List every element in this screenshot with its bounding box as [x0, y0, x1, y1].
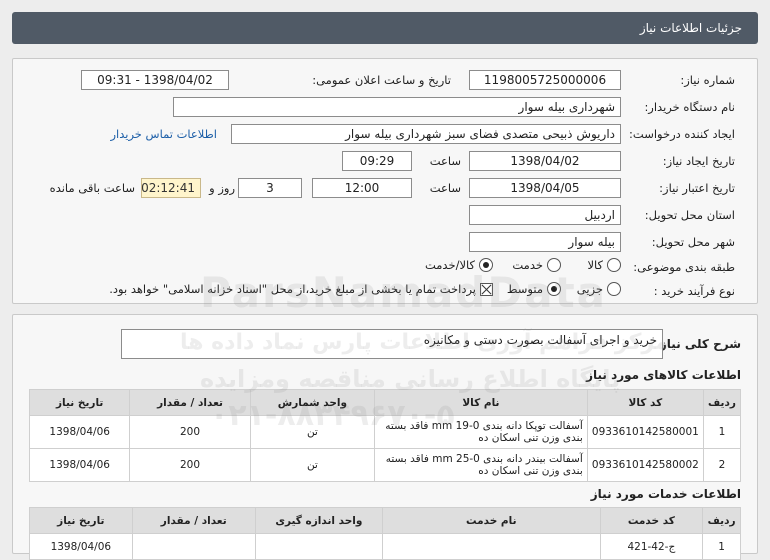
radio-icon[interactable]	[607, 282, 621, 296]
created-time-label: ساعت	[429, 154, 461, 168]
radio-icon[interactable]	[607, 258, 621, 272]
process-label: نوع فرآیند خرید :	[653, 284, 735, 298]
validity-time-label: ساعت	[429, 181, 461, 195]
page-header: جزئیات اطلاعات نیاز	[12, 12, 758, 44]
radio-selected-icon[interactable]	[479, 258, 493, 272]
province-field: اردبیل	[469, 205, 621, 225]
days-field: 3	[238, 178, 302, 198]
need-number-label: شماره نیاز:	[680, 73, 735, 87]
table-row: 2 0933610142580002 آسفالت بیندر دانه بند…	[28, 448, 741, 482]
goods-section-title: اطلاعات کالاهای مورد نیاز	[586, 368, 741, 382]
validity-time-field: 12:00	[312, 178, 412, 198]
description-field: خرید و اجرای آسفالت بصورت دستی و مکانیزه	[121, 329, 663, 359]
buyer-org-label: نام دستگاه خریدار:	[644, 100, 735, 114]
created-time-field: 09:29	[342, 151, 412, 171]
requester-label: ایجاد کننده درخواست:	[629, 127, 735, 141]
goods-table: ردیف کد کالا نام کالا واحد شمارش تعداد /…	[28, 389, 741, 482]
need-details-panel: شرح کلی نیاز: خرید و اجرای آسفالت بصورت …	[12, 314, 758, 560]
remaining-time-field: 02:12:41	[141, 178, 201, 198]
process-option-minor[interactable]: جزیی	[577, 282, 621, 296]
description-label: شرح کلی نیاز:	[655, 337, 741, 351]
validity-date-field: 1398/04/05	[469, 178, 621, 198]
category-label: طبقه بندی موضوعی:	[633, 260, 735, 274]
days-label: روز و	[209, 181, 235, 195]
announce-label: تاریخ و ساعت اعلان عمومی:	[312, 73, 451, 87]
category-option-service[interactable]: خدمت	[512, 258, 561, 272]
contact-info-link[interactable]: اطلاعات تماس خریدار	[110, 127, 217, 141]
created-date-label: تاریخ ایجاد نیاز:	[662, 154, 735, 168]
radio-selected-icon[interactable]	[547, 282, 561, 296]
announce-field: 1398/04/02 - 09:31	[81, 70, 229, 90]
need-info-panel: شماره نیاز: 1198005725000006 تاریخ و ساع…	[12, 58, 758, 304]
services-section-title: اطلاعات خدمات مورد نیاز	[590, 487, 741, 501]
process-option-medium[interactable]: متوسط	[507, 282, 561, 296]
created-date-field: 1398/04/02	[469, 151, 621, 171]
table-row: 1 ج-42-421 1398/04/06	[29, 533, 741, 560]
category-option-goods-service[interactable]: کالا/خدمت	[425, 258, 493, 272]
services-table-header: ردیف کد خدمت نام خدمت واحد اندازه گیری ت…	[29, 507, 741, 534]
page-title: جزئیات اطلاعات نیاز	[639, 21, 742, 35]
category-option-goods[interactable]: کالا	[587, 258, 621, 272]
checkbox-checked-icon[interactable]	[480, 282, 493, 296]
need-number-field: 1198005725000006	[469, 70, 621, 90]
table-row: 1 0933610142580001 آسفالت توپکا دانه بند…	[28, 415, 741, 449]
radio-icon[interactable]	[547, 258, 561, 272]
buyer-org-field: شهرداری بیله سوار	[173, 97, 621, 117]
requester-field: داریوش ذبیحی متصدی فضای سبز شهرداری بیله…	[231, 124, 621, 144]
city-label: شهر محل تحویل:	[651, 235, 735, 249]
services-table: ردیف کد خدمت نام خدمت واحد اندازه گیری ت…	[29, 507, 741, 560]
remaining-label: ساعت باقی مانده	[49, 181, 135, 195]
treasury-payment-option[interactable]: پرداخت تمام یا بخشی از مبلغ خرید،از محل …	[109, 282, 493, 296]
goods-table-header: ردیف کد کالا نام کالا واحد شمارش تعداد /…	[28, 389, 741, 416]
payment-note: پرداخت تمام یا بخشی از مبلغ خرید،از محل …	[109, 282, 476, 296]
validity-date-label: تاریخ اعتبار نیاز:	[659, 181, 735, 195]
city-field: بیله سوار	[469, 232, 621, 252]
province-label: استان محل تحویل:	[644, 208, 735, 222]
